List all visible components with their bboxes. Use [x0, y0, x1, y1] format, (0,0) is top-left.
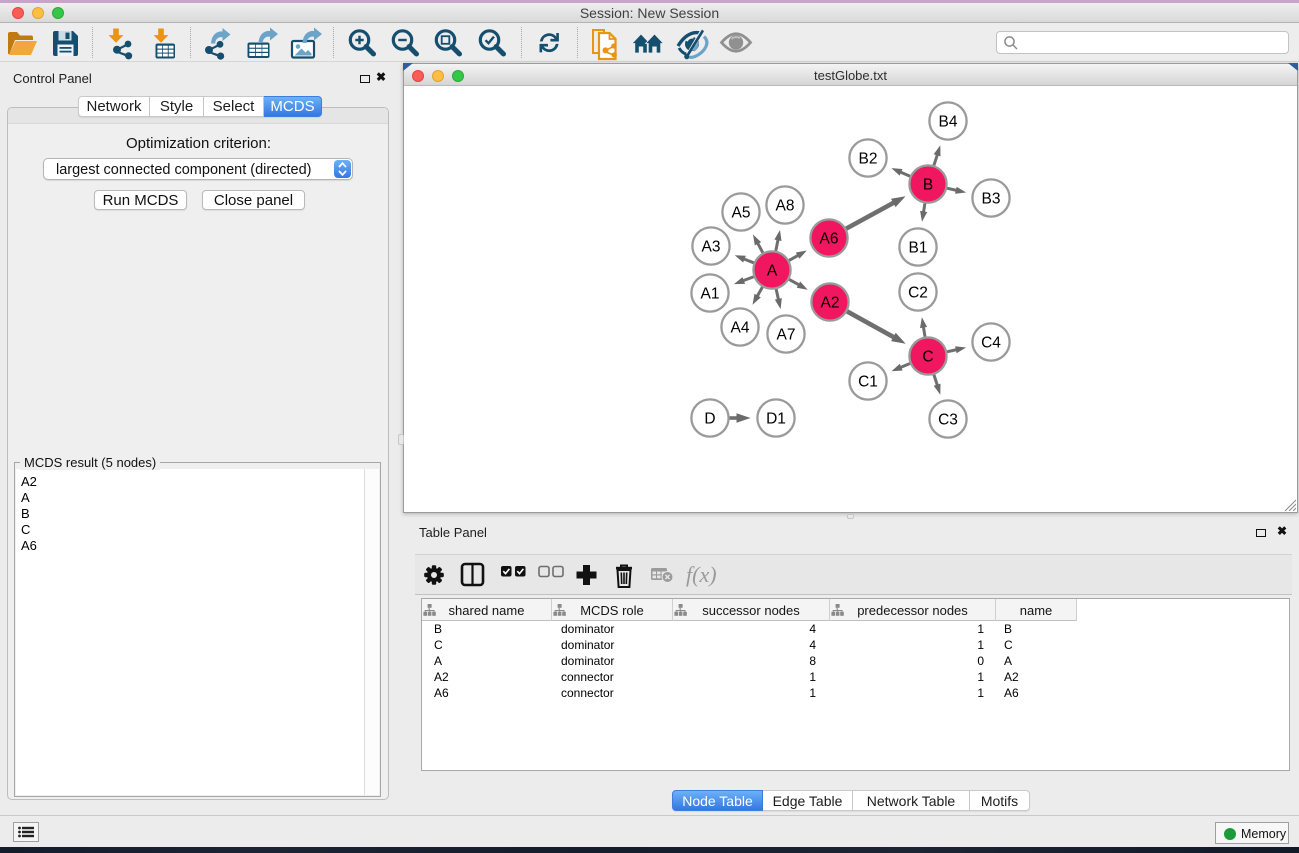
svg-text:B2: B2	[859, 151, 878, 168]
svg-text:A5: A5	[732, 205, 751, 222]
svg-text:C: C	[922, 349, 933, 366]
svg-text:A3: A3	[702, 239, 721, 256]
svg-text:A1: A1	[701, 286, 720, 303]
svg-text:A8: A8	[776, 198, 795, 215]
svg-text:B1: B1	[909, 240, 928, 257]
svg-text:A7: A7	[777, 327, 796, 344]
svg-text:A2: A2	[821, 295, 840, 312]
svg-text:B4: B4	[939, 114, 958, 131]
svg-text:A6: A6	[820, 231, 839, 248]
svg-text:D: D	[704, 411, 715, 428]
svg-text:B3: B3	[982, 191, 1001, 208]
svg-text:D1: D1	[766, 411, 786, 428]
svg-text:C2: C2	[908, 285, 928, 302]
svg-text:C4: C4	[981, 335, 1001, 352]
svg-text:A: A	[767, 263, 778, 280]
svg-text:C1: C1	[858, 374, 878, 391]
svg-text:C3: C3	[938, 412, 958, 429]
svg-text:A4: A4	[731, 320, 750, 337]
svg-text:B: B	[923, 177, 933, 194]
svg-text:f(x): f(x)	[686, 562, 717, 587]
